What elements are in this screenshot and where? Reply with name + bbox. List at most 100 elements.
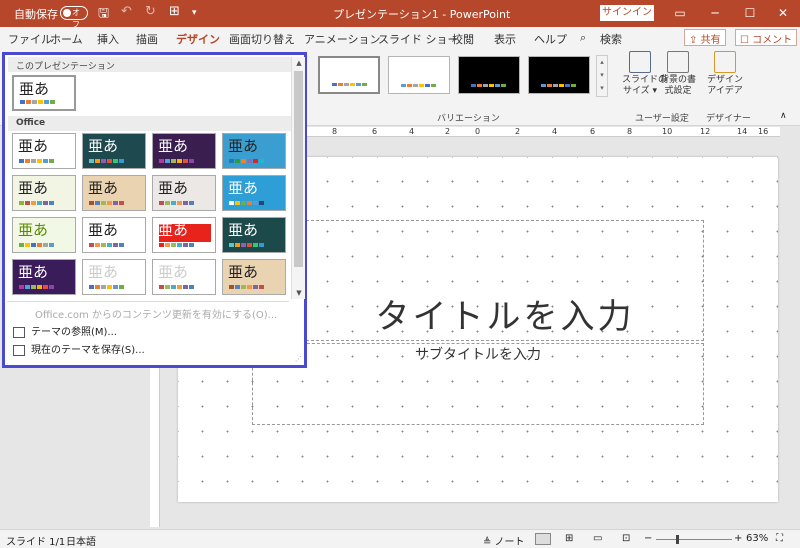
- gallery-scrollbar[interactable]: ▲ ▼: [291, 57, 305, 299]
- tab-home[interactable]: ホーム: [50, 31, 83, 47]
- tab-view[interactable]: 表示: [494, 31, 516, 47]
- theme-red-banner[interactable]: 亜あ: [152, 217, 216, 253]
- theme-purple[interactable]: 亜あ: [12, 259, 76, 295]
- redo-icon[interactable]: ↻: [145, 4, 156, 19]
- designer-group-label: デザイナー: [706, 114, 751, 124]
- slide-sorter-icon[interactable]: ⊞: [565, 533, 573, 544]
- ribbon-tabs: ファイル ホーム 挿入 描画 デザイン 画面切り替え アニメーション スライド …: [0, 27, 800, 51]
- format-background-icon: [667, 51, 689, 73]
- ruler-tick: 2: [445, 127, 451, 136]
- notes-button[interactable]: ≜ ノート: [483, 533, 525, 548]
- browse-themes-item[interactable]: テーマの参照(M)...: [13, 323, 117, 338]
- scroll-up-icon[interactable]: ▲: [294, 58, 304, 68]
- title-placeholder[interactable]: タイトルを入力: [306, 220, 704, 341]
- theme-gallery-dropdown: このプレゼンテーション 亜あ Office 亜あ 亜あ 亜あ 亜あ 亜あ 亜あ …: [2, 52, 307, 368]
- slideshow-start-icon[interactable]: ⊞: [169, 4, 180, 19]
- theme-label: 亜あ: [88, 137, 119, 155]
- tab-slideshow[interactable]: スライド ショー: [378, 31, 459, 47]
- minimize-button[interactable]: ─: [700, 3, 730, 23]
- lightning-icon: [714, 51, 736, 73]
- theme-label: 亜あ: [158, 263, 189, 281]
- ruler-tick: 10: [662, 127, 673, 136]
- slide-count: スライド 1/1: [6, 537, 66, 548]
- title-placeholder-text: タイトルを入力: [375, 297, 635, 337]
- horizontal-ruler: 8 6 4 2 0 2 4 6 8 10 12 14 16: [300, 127, 780, 137]
- theme-green-leaf[interactable]: 亜あ: [12, 175, 76, 211]
- ruler-tick: 2: [515, 127, 521, 136]
- zoom-level[interactable]: 63%: [746, 533, 768, 544]
- search-icon[interactable]: ⌕: [580, 31, 586, 45]
- format-background-label: 背景の書 式設定: [659, 75, 696, 96]
- theme-wood-2[interactable]: 亜あ: [222, 259, 286, 295]
- save-icon[interactable]: 🖫: [98, 4, 109, 26]
- theme-facet-dark[interactable]: 亜あ: [82, 133, 146, 169]
- save-theme-item[interactable]: 現在のテーマを保存(S)...: [13, 341, 145, 356]
- theme-gray[interactable]: 亜あ: [152, 175, 216, 211]
- maximize-button[interactable]: ☐: [735, 3, 765, 23]
- share-button[interactable]: ⇪ 共有: [684, 29, 726, 46]
- variation-group-label: バリエーション: [437, 114, 500, 124]
- zoom-slider-thumb[interactable]: [676, 535, 679, 544]
- tab-transitions[interactable]: 画面切り替え: [229, 31, 295, 47]
- zoom-in-icon[interactable]: +: [734, 533, 742, 544]
- variant-3[interactable]: [458, 56, 520, 94]
- customize-qat-icon[interactable]: ▾: [192, 8, 197, 18]
- tab-design[interactable]: デザイン: [176, 31, 220, 51]
- scroll-thumb[interactable]: [294, 71, 303, 267]
- this-presentation-header: このプレゼンテーション: [8, 57, 291, 72]
- theme-label: 亜あ: [158, 137, 189, 155]
- subtitle-placeholder-text: サブタイトルを入力: [415, 347, 541, 363]
- variant-2[interactable]: [388, 56, 450, 94]
- slideshow-view-icon[interactable]: ⊡: [622, 533, 630, 544]
- close-button[interactable]: ✕: [768, 3, 798, 23]
- normal-view-icon[interactable]: [535, 533, 551, 545]
- theme-label: 亜あ: [18, 221, 49, 239]
- fit-to-window-icon[interactable]: ⛶: [776, 533, 783, 544]
- theme-teal[interactable]: 亜あ: [222, 217, 286, 253]
- save-theme-icon: [13, 344, 25, 356]
- ruler-tick: 4: [552, 127, 558, 136]
- autosave-toggle[interactable]: オフ: [60, 6, 88, 29]
- resize-grip-icon[interactable]: ⋰: [295, 355, 302, 363]
- share-label: 共有: [700, 35, 721, 46]
- subtitle-placeholder[interactable]: サブタイトルを入力: [252, 343, 704, 425]
- slide-size-button[interactable]: スライドの サイズ ▾: [622, 51, 667, 97]
- theme-green-chevron[interactable]: 亜あ: [12, 217, 76, 253]
- theme-pattern[interactable]: 亜あ: [222, 133, 286, 169]
- comment-button[interactable]: ☐ コメント: [735, 29, 798, 46]
- language[interactable]: 日本語: [66, 533, 96, 548]
- zoom-slider[interactable]: [656, 539, 732, 540]
- theme-ion[interactable]: 亜あ: [152, 133, 216, 169]
- design-ideas-button[interactable]: デザイン アイデア: [707, 51, 743, 97]
- undo-icon[interactable]: ↶: [121, 4, 132, 19]
- ruler-tick: 0: [475, 127, 481, 136]
- signin-button[interactable]: サインイン: [600, 5, 654, 21]
- theme-simple[interactable]: 亜あ: [82, 217, 146, 253]
- variant-4[interactable]: [528, 56, 590, 94]
- tab-help[interactable]: ヘルプ: [534, 31, 567, 47]
- theme-blue[interactable]: 亜あ: [222, 175, 286, 211]
- tab-insert[interactable]: 挿入: [97, 31, 119, 47]
- tab-animations[interactable]: アニメーション: [304, 31, 381, 47]
- collapse-ribbon-icon[interactable]: ∧: [780, 111, 787, 121]
- variant-scroll[interactable]: ▴ ▾ ▾: [596, 55, 608, 97]
- theme-label: 亜あ: [88, 221, 119, 239]
- scroll-down-icon[interactable]: ▼: [294, 288, 304, 298]
- browse-themes-label: テーマの参照(M)...: [31, 327, 117, 338]
- divider: [7, 301, 289, 302]
- tab-file[interactable]: ファイル: [8, 31, 52, 47]
- tab-draw[interactable]: 描画: [136, 31, 158, 47]
- variant-1[interactable]: [318, 56, 380, 94]
- theme-current[interactable]: 亜あ: [12, 75, 76, 111]
- tab-review[interactable]: 校閲: [452, 31, 474, 47]
- theme-office[interactable]: 亜あ: [12, 133, 76, 169]
- theme-white-2[interactable]: 亜あ: [152, 259, 216, 295]
- zoom-out-icon[interactable]: −: [644, 533, 652, 544]
- ribbon-display-options-button[interactable]: ▭: [665, 3, 695, 23]
- status-bar: スライド 1/1 日本語 ≜ ノート ⊞ ▭ ⊡ − + 63% ⛶: [0, 529, 800, 548]
- theme-wood[interactable]: 亜あ: [82, 175, 146, 211]
- theme-white-1[interactable]: 亜あ: [82, 259, 146, 295]
- format-background-button[interactable]: 背景の書 式設定: [659, 51, 697, 97]
- reading-view-icon[interactable]: ▭: [593, 533, 602, 544]
- tab-search[interactable]: 検索: [600, 31, 622, 47]
